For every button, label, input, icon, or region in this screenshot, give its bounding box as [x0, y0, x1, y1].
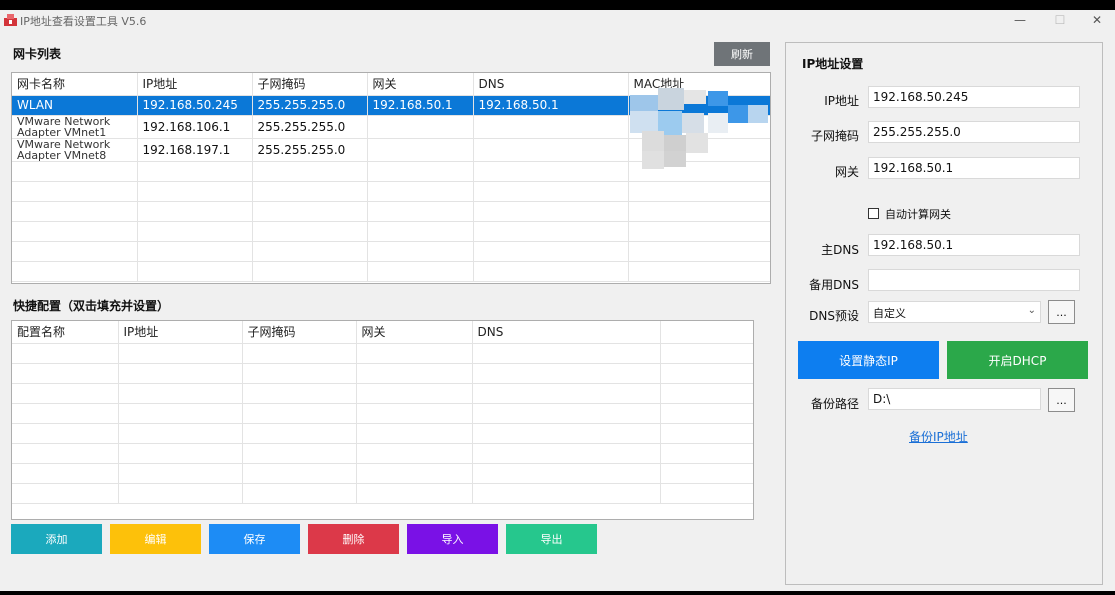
import-button[interactable]: 导入 — [407, 524, 498, 554]
adapter-gateway: 192.168.50.1 — [367, 95, 474, 116]
maximize-icon[interactable]: ☐ — [1040, 10, 1080, 30]
backup-path-more-button[interactable]: ... — [1048, 388, 1075, 412]
adapter-ip: 192.168.50.245 — [137, 95, 253, 116]
adapter-mask: 255.255.255.0 — [252, 115, 368, 139]
adapter-dns — [473, 115, 629, 139]
empty-row — [12, 403, 753, 424]
backup-ip-link[interactable]: 备份IP地址 — [909, 428, 968, 445]
adapter-dns: 192.168.50.1 — [473, 95, 629, 116]
column-header[interactable] — [660, 321, 753, 344]
column-header[interactable]: IP地址 — [118, 321, 243, 344]
chevron-down-icon: ⌄ — [1027, 305, 1036, 316]
adapter-dns — [473, 138, 629, 162]
empty-row — [12, 161, 770, 182]
empty-row — [12, 343, 753, 364]
column-header[interactable]: DNS — [472, 321, 661, 344]
empty-row — [12, 201, 770, 222]
column-header[interactable]: 网关 — [356, 321, 473, 344]
adapter-name: VMware Network Adapter VMnet1 — [12, 115, 138, 139]
column-header[interactable]: 网卡名称 — [12, 73, 138, 96]
adapter-row[interactable]: VMware Network Adapter VMnet1 192.168.10… — [12, 115, 770, 139]
quick-config-header: 配置名称 IP地址 子网掩码 网关 DNS — [12, 321, 753, 344]
dns-preset-select[interactable]: 自定义 ⌄ — [868, 301, 1041, 323]
close-icon[interactable]: ✕ — [1077, 10, 1115, 30]
quick-config-table[interactable]: 配置名称 IP地址 子网掩码 网关 DNS — [11, 320, 754, 520]
ip-label: IP地址 — [824, 94, 859, 108]
dns-preset-more-button[interactable]: ... — [1048, 300, 1075, 324]
column-header[interactable]: 子网掩码 — [252, 73, 368, 96]
adapter-mac — [628, 95, 770, 116]
gateway-label: 网关 — [834, 165, 859, 179]
empty-row — [12, 383, 753, 404]
app-window: IP地址查看设置工具 V5.6 — ☐ ✕ 网卡列表 刷新 网卡名称 IP地址 … — [0, 10, 1115, 591]
empty-row — [12, 181, 770, 202]
adapter-list-title: 网卡列表 — [13, 47, 62, 61]
column-header[interactable]: 子网掩码 — [242, 321, 357, 344]
save-button[interactable]: 保存 — [209, 524, 300, 554]
dns-preset-value: 自定义 — [873, 307, 906, 320]
adapter-table[interactable]: 网卡名称 IP地址 子网掩码 网关 DNS MAC地址 WLAN 192.168… — [11, 72, 771, 284]
title-bar: IP地址查看设置工具 V5.6 — ☐ ✕ — [0, 10, 1115, 30]
dns-preset-label: DNS预设 — [809, 309, 859, 323]
primary-dns-input[interactable] — [868, 234, 1080, 256]
adapter-table-header: 网卡名称 IP地址 子网掩码 网关 DNS MAC地址 — [12, 73, 770, 96]
backup-path-label: 备份路径 — [810, 397, 859, 411]
set-static-ip-button[interactable]: 设置静态IP — [798, 341, 939, 379]
column-header[interactable]: DNS — [473, 73, 629, 96]
ip-input[interactable] — [868, 86, 1080, 108]
adapter-name: WLAN — [12, 95, 138, 116]
empty-row — [12, 241, 770, 262]
primary-dns-label: 主DNS — [821, 243, 859, 257]
empty-row — [12, 221, 770, 242]
secondary-dns-label: 备用DNS — [809, 278, 859, 292]
adapter-mask: 255.255.255.0 — [252, 95, 368, 116]
subnet-mask-input[interactable] — [868, 121, 1080, 143]
secondary-dns-input[interactable] — [868, 269, 1080, 291]
adapter-name: VMware Network Adapter VMnet8 — [12, 138, 138, 162]
gateway-input[interactable] — [868, 157, 1080, 179]
app-logo-icon — [4, 14, 17, 26]
ip-settings-panel: IP地址设置 IP地址 子网掩码 网关 自动计算网关 主DNS 备用DNS DN… — [785, 42, 1103, 585]
window-title: IP地址查看设置工具 V5.6 — [20, 15, 147, 28]
adapter-ip: 192.168.197.1 — [137, 138, 253, 162]
refresh-button[interactable]: 刷新 — [714, 42, 770, 66]
column-header[interactable]: MAC地址 — [628, 73, 770, 96]
quick-config-title: 快捷配置（双击填充并设置） — [13, 299, 170, 313]
empty-row — [12, 443, 753, 464]
empty-row — [12, 363, 753, 384]
adapter-row[interactable]: WLAN 192.168.50.245 255.255.255.0 192.16… — [12, 95, 770, 116]
adapter-mac — [628, 115, 770, 139]
delete-button[interactable]: 删除 — [308, 524, 399, 554]
minimize-icon[interactable]: — — [1000, 10, 1040, 30]
adapter-mask: 255.255.255.0 — [252, 138, 368, 162]
adapter-row[interactable]: VMware Network Adapter VMnet8 192.168.19… — [12, 138, 770, 162]
empty-row — [12, 483, 753, 504]
ip-settings-title: IP地址设置 — [802, 57, 864, 71]
adapter-gateway — [367, 138, 474, 162]
add-button[interactable]: 添加 — [11, 524, 102, 554]
column-header[interactable]: 配置名称 — [12, 321, 119, 344]
empty-row — [12, 423, 753, 444]
auto-gateway-label[interactable]: 自动计算网关 — [885, 206, 951, 222]
edit-button[interactable]: 编辑 — [110, 524, 201, 554]
export-button[interactable]: 导出 — [506, 524, 597, 554]
subnet-mask-label: 子网掩码 — [810, 129, 859, 143]
empty-row — [12, 261, 770, 282]
column-header[interactable]: IP地址 — [137, 73, 253, 96]
adapter-mac — [628, 138, 770, 162]
column-header[interactable]: 网关 — [367, 73, 474, 96]
backup-path-input[interactable] — [868, 388, 1041, 410]
auto-gateway-checkbox[interactable] — [868, 208, 879, 219]
enable-dhcp-button[interactable]: 开启DHCP — [947, 341, 1088, 379]
adapter-ip: 192.168.106.1 — [137, 115, 253, 139]
adapter-gateway — [367, 115, 474, 139]
empty-row — [12, 463, 753, 484]
